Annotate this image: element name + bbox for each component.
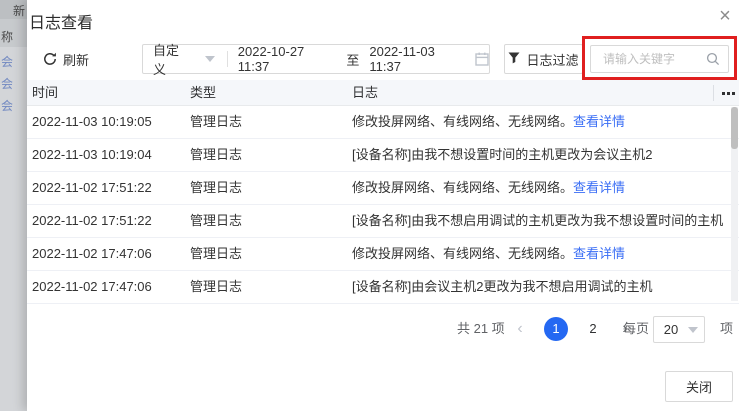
refresh-icon — [43, 52, 57, 66]
view-detail-link[interactable]: 查看详情 — [573, 246, 625, 261]
divider — [713, 85, 714, 101]
page-backdrop: 新称会会会 — [0, 0, 27, 411]
per-page-label: 每页 — [623, 315, 649, 343]
backdrop-partial-text: 会 — [1, 75, 13, 92]
keyword-search-input[interactable] — [591, 52, 706, 66]
pagination-bar: 共 21 项 ‹ 1 2 › 每页 20 项 — [27, 315, 739, 343]
log-filter-label: 日志过滤 — [526, 50, 578, 69]
table-row: 2022-11-03 10:19:05管理日志修改投屏网络、有线网络、无线网络。… — [27, 106, 739, 139]
log-type-cell: 管理日志 — [190, 238, 340, 270]
divider — [227, 51, 228, 67]
items-unit-label: 项 — [720, 315, 733, 343]
log-type-cell: 管理日志 — [190, 139, 340, 171]
log-type-cell: 管理日志 — [190, 271, 340, 303]
log-time-cell: 2022-11-03 10:19:05 — [32, 106, 182, 138]
table-header: 时间 类型 日志 — [27, 80, 739, 106]
start-date-value[interactable]: 2022-10-27 11:37 — [238, 44, 337, 74]
dialog-title: 日志查看 — [29, 9, 93, 33]
log-time-cell: 2022-11-02 17:51:22 — [32, 172, 182, 204]
log-filter-button[interactable]: 日志过滤 — [504, 44, 583, 74]
log-message-cell: [设备名称]由我不想设置时间的主机更改为会议主机2 — [352, 139, 724, 171]
view-detail-link[interactable]: 查看详情 — [573, 180, 625, 195]
log-time-cell: 2022-11-03 10:19:04 — [32, 139, 182, 171]
column-settings-icon[interactable] — [720, 88, 737, 99]
page-size-value: 20 — [654, 322, 688, 337]
refresh-button[interactable]: 刷新 — [43, 44, 89, 74]
table-scrollbar-thumb[interactable] — [731, 107, 738, 149]
pagination-prev-button[interactable]: ‹ — [511, 315, 529, 343]
end-date-value[interactable]: 2022-11-03 11:37 — [369, 44, 467, 74]
log-message-cell: [设备名称]由我不想启用调试的主机更改为我不想设置时间的主机 — [352, 205, 724, 237]
column-header-log: 日志 — [352, 80, 378, 106]
dialog-close-icon[interactable]: × — [713, 4, 737, 28]
column-header-time: 时间 — [32, 80, 58, 106]
chevron-down-icon — [205, 56, 215, 62]
search-icon[interactable] — [706, 52, 720, 66]
table-row: 2022-11-02 17:51:22管理日志修改投屏网络、有线网络、无线网络。… — [27, 172, 739, 205]
table-body: 2022-11-03 10:19:05管理日志修改投屏网络、有线网络、无线网络。… — [27, 106, 739, 304]
log-type-cell: 管理日志 — [190, 172, 340, 204]
filter-funnel-icon — [508, 52, 520, 67]
close-button[interactable]: 关闭 — [665, 371, 733, 402]
view-detail-link[interactable]: 查看详情 — [573, 114, 625, 129]
table-scrollbar-track[interactable] — [731, 107, 738, 301]
backdrop-partial-text: 会 — [1, 97, 13, 114]
date-range-picker[interactable]: 自定义 2022-10-27 11:37 至 2022-11-03 11:37 — [142, 44, 490, 74]
backdrop-partial-text: 新 — [13, 2, 25, 19]
column-header-type: 类型 — [190, 80, 216, 106]
refresh-label: 刷新 — [63, 50, 89, 69]
log-message-cell: [设备名称]由会议主机2更改为我不想启用调试的主机 — [352, 271, 724, 303]
table-row: 2022-11-02 17:51:22管理日志 [设备名称]由我不想启用调试的主机… — [27, 205, 739, 238]
log-viewer-screen: 新称会会会 日志查看 × 刷新 自定义 2022-10-27 11:37 至 2… — [0, 0, 746, 411]
chevron-down-icon — [688, 327, 698, 333]
table-row: 2022-11-03 10:19:04管理日志 [设备名称]由我不想设置时间的主机… — [27, 139, 739, 172]
backdrop-partial-text: 称 — [1, 28, 13, 45]
log-time-cell: 2022-11-02 17:47:06 — [32, 238, 182, 270]
page-size-select[interactable]: 20 — [653, 316, 705, 343]
log-message-cell: 修改投屏网络、有线网络、无线网络。查看详情 — [352, 106, 724, 138]
pagination-page-1[interactable]: 1 — [544, 317, 568, 341]
log-type-cell: 管理日志 — [190, 205, 340, 237]
table-row: 2022-11-02 17:47:06管理日志 [设备名称]由会议主机2更改为我不… — [27, 271, 739, 304]
keyword-search-box[interactable] — [590, 45, 729, 73]
log-type-cell: 管理日志 — [190, 106, 340, 138]
table-row: 2022-11-02 17:47:06管理日志修改投屏网络、有线网络、无线网络。… — [27, 238, 739, 271]
pagination-total: 共 21 项 — [457, 315, 505, 343]
backdrop-partial-text: 会 — [1, 53, 13, 70]
log-viewer-dialog: 日志查看 × 刷新 自定义 2022-10-27 11:37 至 2022-11… — [27, 0, 746, 411]
log-time-cell: 2022-11-02 17:51:22 — [32, 205, 182, 237]
log-message-cell: 修改投屏网络、有线网络、无线网络。查看详情 — [352, 238, 724, 270]
log-time-cell: 2022-11-02 17:47:06 — [32, 271, 182, 303]
calendar-icon — [475, 52, 489, 66]
pagination-page-2[interactable]: 2 — [583, 315, 603, 343]
range-preset-select[interactable]: 自定义 — [153, 40, 191, 78]
log-message-cell: 修改投屏网络、有线网络、无线网络。查看详情 — [352, 172, 724, 204]
date-to-label: 至 — [346, 50, 359, 69]
